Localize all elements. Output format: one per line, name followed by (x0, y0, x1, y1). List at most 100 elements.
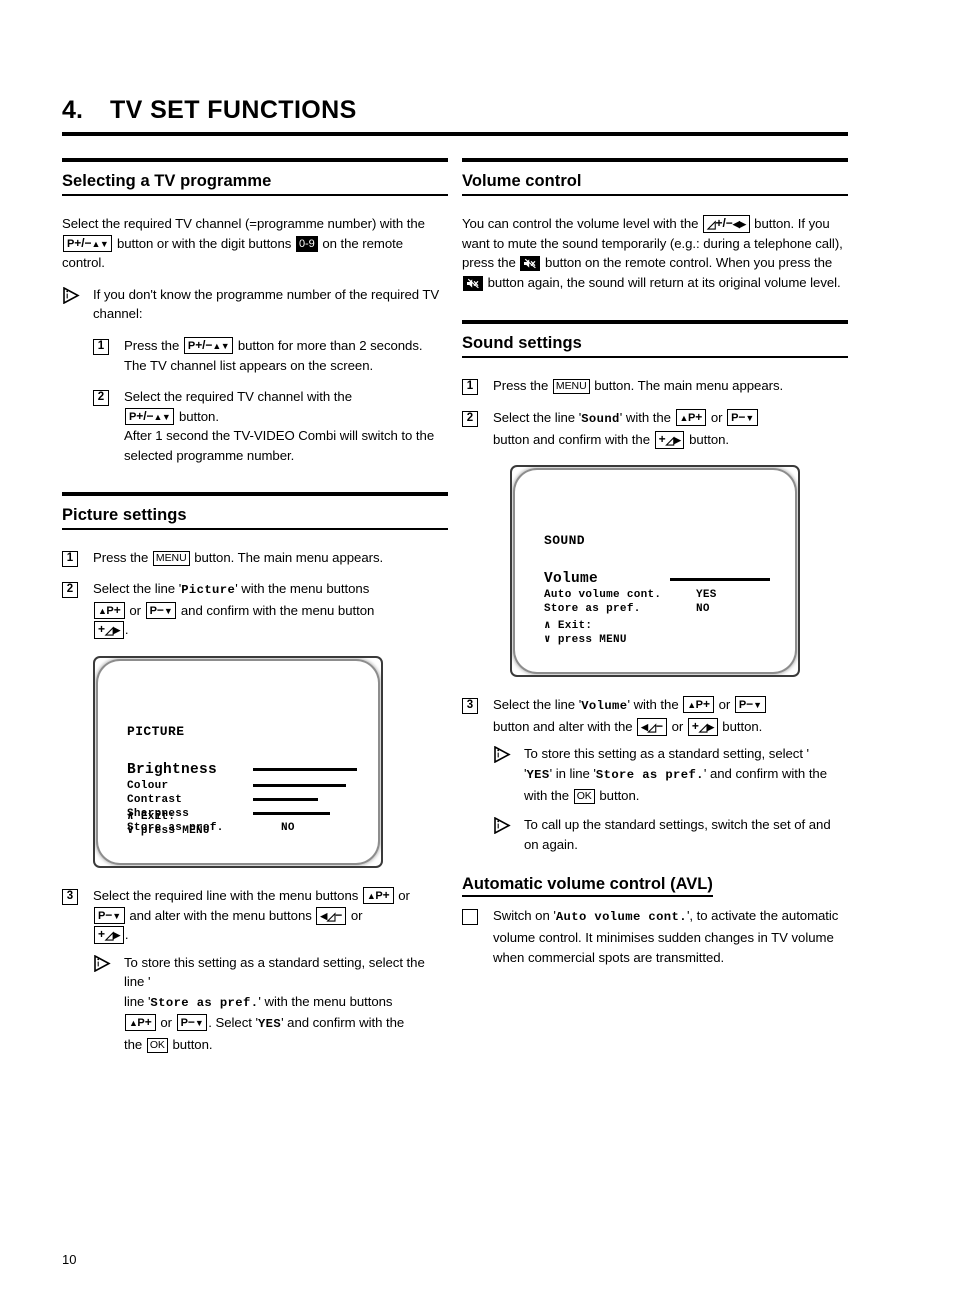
step-text-3: After 1 second the TV-VIDEO Combi will s… (124, 428, 435, 463)
step-marker: 2 (62, 579, 93, 599)
osd-footer-line-1: ∧ Exit: (544, 620, 593, 633)
step-text-2: ' with the menu buttons (235, 581, 370, 597)
key-ok[interactable]: OK (146, 1038, 168, 1054)
osd-line-label: Auto volume cont. (544, 589, 662, 602)
key-p-minus-down[interactable]: P−▼ (727, 408, 758, 426)
key-digits[interactable]: 0-9 (295, 235, 318, 252)
key-up-p-plus[interactable]: ▲P+ (362, 886, 394, 904)
step-text-5: or (671, 718, 684, 734)
section-rule-top (62, 158, 448, 162)
osd-line-value: YES (696, 589, 717, 602)
note-text-5: ' and confirm with the (281, 1015, 405, 1031)
key-p-minus-down[interactable]: P−▼ (94, 906, 125, 924)
key-volume-plus-minus-leftright[interactable]: ◿+/−◀▶ (703, 215, 750, 233)
tv-display: PICTURE Brightness Colour Contrast Sharp… (105, 667, 371, 856)
section-title: Sound settings (462, 334, 582, 353)
key-menu[interactable]: MENU (552, 379, 590, 395)
tv-bezel: PICTURE Brightness Colour Contrast Sharp… (98, 660, 378, 863)
menu-value: YES (257, 1017, 282, 1032)
step-text-1: Select the required TV channel with the (124, 389, 352, 405)
key-left-volume-minus[interactable]: ◀◿− (316, 906, 347, 925)
section-rule-bottom (62, 527, 448, 530)
mute-icon[interactable] (520, 256, 541, 272)
step-marker: 2 (93, 387, 124, 407)
step-text-2: button. The main menu appears. (194, 549, 384, 565)
menu-value: YES (526, 767, 550, 782)
bullet-text: Switch on 'Auto volume cont.', to activa… (493, 906, 848, 967)
key-p-minus-down[interactable]: P−▼ (176, 1014, 208, 1032)
step-text-5: button. (689, 431, 730, 447)
step-text: Press the P+/−▲▼ button for more than 2 … (124, 336, 448, 375)
osd-line-label: Contrast (127, 793, 183, 806)
document-page: 4. TV SET FUNCTIONS Selecting a TV progr… (0, 0, 954, 1302)
section-title: Automatic volume control (AVL) (462, 874, 713, 898)
step-text-3: and alter with the menu buttons (129, 907, 312, 923)
step-row: 2 Select the required TV channel with th… (93, 387, 448, 465)
key-p-minus-down[interactable]: P−▼ (734, 696, 766, 714)
osd-title: SOUND (544, 533, 586, 549)
step-text-4: button and alter with the (493, 718, 633, 734)
right-column: Volume control You can control the volum… (462, 158, 848, 967)
section-title: Volume control (462, 172, 582, 190)
step-number: 1 (462, 379, 478, 396)
step-text-4: and confirm with the menu button (180, 602, 375, 618)
section-rule-bottom (462, 194, 848, 196)
osd-line-bar (253, 768, 357, 772)
step-row: 2 Select the line 'Sound' with the ▲P+ o… (462, 408, 848, 449)
step-text-2: ' with the (627, 697, 679, 713)
osd-sound: SOUND Volume Auto volume cont. YES Store… (544, 533, 774, 616)
step-marker: 1 (462, 376, 493, 396)
key-ok[interactable]: OK (573, 788, 595, 804)
step-text-2: button. (178, 408, 219, 424)
step-number: 1 (93, 338, 109, 355)
osd-line-label: Volume (544, 571, 599, 588)
osd-footer-line-1: ∧ Exit: (127, 810, 176, 823)
step-text-3: or (129, 602, 141, 618)
left-column: Selecting a TV programme Select the requ… (62, 158, 448, 1055)
menu-item-name: Store as pref. (595, 767, 704, 782)
note-text-1: To store this setting as a standard sett… (524, 746, 810, 762)
key-p-plus-minus-updown[interactable]: P+/−▲▼ (63, 234, 113, 252)
key-up-p-plus[interactable]: ▲P+ (94, 601, 125, 619)
mute-icon[interactable] (463, 275, 483, 291)
info-icon (493, 817, 515, 835)
osd-footer: ∧ Exit: ∨ press MENU (544, 619, 627, 647)
step-text: Select the line 'Sound' with the ▲P+ or … (493, 408, 848, 449)
step-text: Select the line 'Volume' with the ▲P+ or… (493, 695, 848, 854)
key-p-minus-down[interactable]: P−▼ (145, 601, 177, 619)
osd-footer-line-2: ∨ press MENU (127, 824, 210, 837)
intro-paragraph: Select the required TV channel (=program… (62, 214, 448, 273)
note-text-3: ' and confirm with the (703, 765, 827, 781)
step-text-1: Select the line ' (93, 581, 182, 597)
step-text-1: Press the (93, 549, 149, 565)
step-marker: 2 (462, 408, 493, 427)
menu-item-name: Picture (181, 583, 236, 598)
step-number: 2 (93, 390, 109, 407)
key-up-p-plus[interactable]: ▲P+ (125, 1014, 156, 1032)
tv-bezel: SOUND Volume Auto volume cont. YES Store… (515, 470, 795, 673)
key-plus-volume-right[interactable]: +◿▶ (94, 926, 124, 945)
step-text-1: Select the line ' (493, 697, 582, 713)
key-plus-volume-right[interactable]: +◿▶ (94, 621, 124, 640)
step-text-2: or (398, 887, 410, 903)
key-p-plus-minus-updown[interactable]: P+/−▲▼ (125, 407, 175, 425)
menu-item-name: Volume (581, 699, 628, 714)
section-sound-settings: Sound settings (462, 320, 848, 359)
step-marker: 3 (62, 886, 93, 905)
note-text-line: line ' (124, 993, 151, 1009)
key-plus-volume-right[interactable]: +◿▶ (654, 430, 685, 449)
key-up-p-plus[interactable]: ▲P+ (683, 696, 714, 714)
osd-line-bar (253, 784, 346, 788)
section-picture-settings: Picture settings (62, 491, 448, 530)
key-up-p-plus[interactable]: ▲P+ (675, 408, 707, 426)
menu-item-name: Auto volume cont. (555, 910, 687, 925)
menu-item-name: Sound (581, 411, 620, 426)
chapter-header: 4. TV SET FUNCTIONS (62, 96, 848, 136)
key-plus-volume-right[interactable]: +◿▶ (687, 717, 718, 736)
step-text-6: button. (722, 718, 763, 734)
key-p-plus-minus-updown[interactable]: P+/−▲▼ (183, 336, 234, 354)
menu-item-name: Store as pref. (150, 995, 259, 1010)
note-marker (493, 744, 524, 764)
key-menu[interactable]: MENU (152, 550, 190, 566)
key-left-volume-minus[interactable]: ◀◿− (637, 717, 667, 736)
